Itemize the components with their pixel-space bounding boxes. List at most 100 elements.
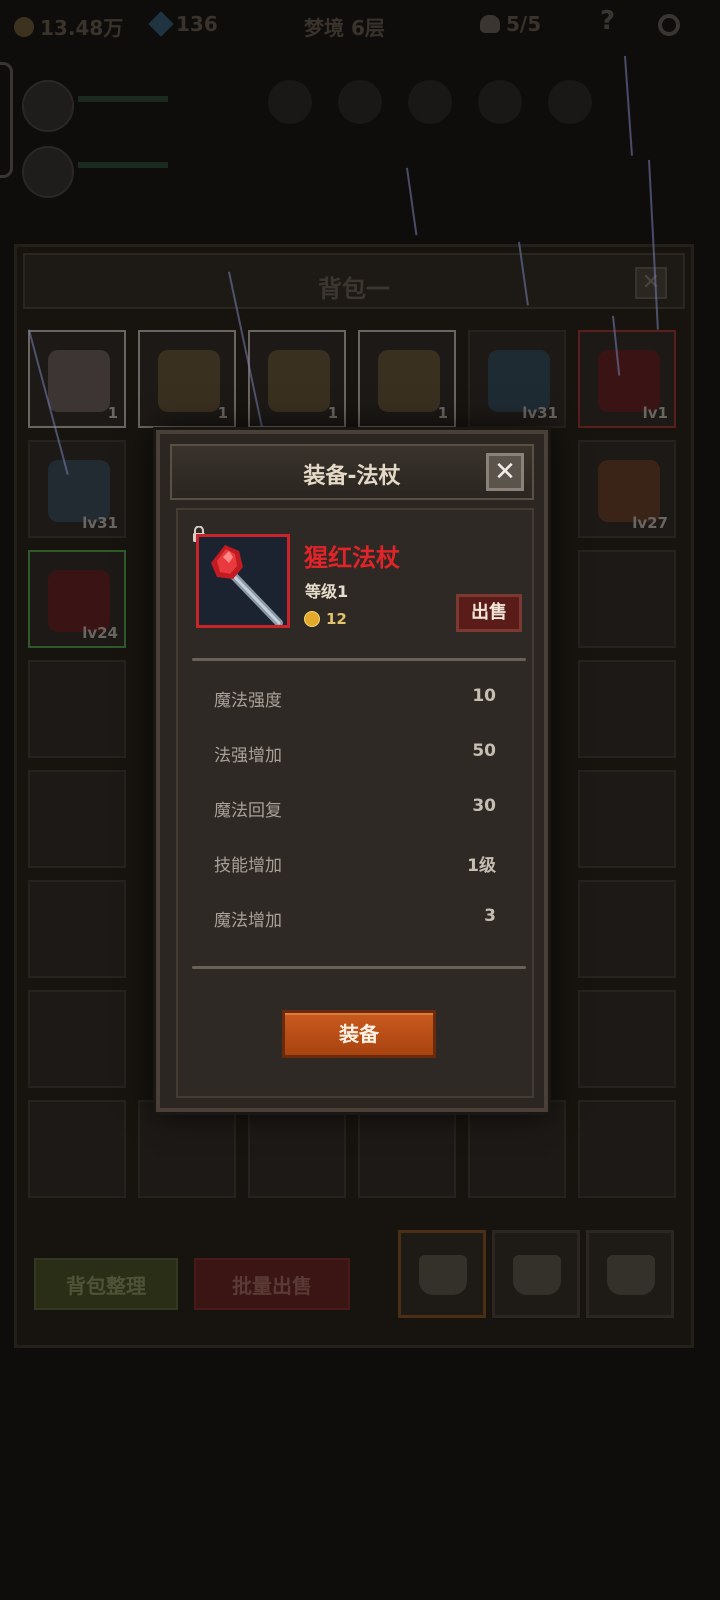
inventory-slot[interactable] bbox=[28, 660, 126, 758]
stat-value: 30 bbox=[472, 796, 496, 816]
inventory-slot[interactable] bbox=[138, 1100, 236, 1198]
gold-counter: 13.48万 bbox=[14, 12, 123, 41]
inventory-slot[interactable] bbox=[358, 1100, 456, 1198]
coin-icon bbox=[14, 16, 34, 37]
gem-icon bbox=[148, 11, 174, 37]
dialog-body: 猩红法杖 等级1 12 出售 魔法强度 10 法强增加 50 魔法回复 30 技… bbox=[176, 508, 534, 1098]
inventory-slot[interactable]: lv31 bbox=[28, 440, 126, 538]
stat-row: 技能增加 1级 bbox=[214, 851, 496, 881]
item-portrait bbox=[196, 534, 290, 628]
close-icon[interactable]: ✕ bbox=[486, 453, 524, 491]
skill-slot bbox=[478, 80, 522, 124]
red-staff-icon bbox=[199, 537, 287, 625]
inventory-slot[interactable]: 1 bbox=[248, 330, 346, 428]
beer-mug-icon bbox=[158, 350, 220, 412]
knight-helmet-icon bbox=[48, 460, 110, 522]
inventory-slot[interactable] bbox=[28, 770, 126, 868]
floor-label: 梦境 6层 bbox=[304, 12, 385, 41]
inventory-slot[interactable] bbox=[468, 1100, 566, 1198]
item-level: 等级1 bbox=[305, 582, 349, 601]
dialog-title: 装备-法杖 bbox=[303, 464, 401, 489]
slot-level: lv1 bbox=[642, 404, 668, 422]
battle-axe-icon bbox=[488, 350, 550, 412]
gem-counter: 136 bbox=[148, 11, 218, 37]
gold-coin-icon bbox=[304, 611, 320, 627]
bag-tab-2[interactable] bbox=[492, 1230, 580, 1318]
inventory-slot[interactable] bbox=[28, 880, 126, 978]
skill-slot bbox=[338, 80, 382, 124]
stat-name: 魔法回复 bbox=[214, 801, 282, 821]
bag-icon bbox=[513, 1255, 561, 1295]
gold-amount: 13.48万 bbox=[40, 16, 124, 40]
gear-icon[interactable] bbox=[658, 14, 680, 36]
skill-slot bbox=[408, 80, 452, 124]
stat-row: 魔法强度 10 bbox=[214, 686, 496, 716]
sell-button[interactable]: 出售 bbox=[456, 594, 522, 632]
hero-hp-bar bbox=[78, 162, 168, 168]
hero-portrait bbox=[22, 80, 74, 132]
inventory-slot[interactable] bbox=[578, 770, 676, 868]
red-staff-icon bbox=[598, 350, 660, 412]
gem-amount: 136 bbox=[176, 12, 218, 36]
question-mark-icon[interactable]: ? bbox=[600, 6, 615, 36]
sort-backpack-button[interactable]: 背包整理 bbox=[34, 1258, 178, 1310]
bulk-sell-button[interactable]: 批量出售 bbox=[194, 1258, 350, 1310]
inventory-slot[interactable]: lv24 bbox=[28, 550, 126, 648]
inventory-slot[interactable]: 1 bbox=[358, 330, 456, 428]
hero-hp-bar bbox=[78, 96, 168, 102]
stat-value: 1级 bbox=[467, 856, 496, 876]
rain-streak bbox=[406, 167, 418, 236]
inventory-slot[interactable] bbox=[28, 1100, 126, 1198]
skull-amount: 5/5 bbox=[506, 12, 542, 36]
slot-level: lv24 bbox=[82, 624, 118, 642]
inventory-slot[interactable] bbox=[578, 880, 676, 978]
equip-button[interactable]: 装备 bbox=[282, 1010, 436, 1058]
divider bbox=[192, 658, 526, 661]
inventory-slot[interactable]: lv31 bbox=[468, 330, 566, 428]
stat-row: 魔法回复 30 bbox=[214, 796, 496, 826]
floor-text: 梦境 6层 bbox=[304, 16, 385, 40]
bag-icon bbox=[607, 1255, 655, 1295]
inventory-slot[interactable]: 1 bbox=[138, 330, 236, 428]
top-status-bar: 13.48万 136 梦境 6层 5/5 ? bbox=[0, 0, 720, 52]
inventory-slot[interactable] bbox=[578, 550, 676, 648]
stat-value: 3 bbox=[484, 906, 496, 926]
bag-icon bbox=[419, 1255, 467, 1295]
item-price: 12 bbox=[304, 610, 347, 628]
inventory-slot[interactable] bbox=[578, 990, 676, 1088]
skill-slot bbox=[548, 80, 592, 124]
beer-mug-icon bbox=[378, 350, 440, 412]
inventory-slot[interactable] bbox=[248, 1100, 346, 1198]
stat-row: 法强增加 50 bbox=[214, 741, 496, 771]
close-icon[interactable]: ✕ bbox=[635, 267, 667, 299]
inventory-slot[interactable] bbox=[578, 660, 676, 758]
bag-tab-1[interactable] bbox=[398, 1230, 486, 1318]
item-price-value: 12 bbox=[326, 610, 347, 628]
equipment-detail-dialog: 装备-法杖 ✕ 猩红法杖 等级1 12 出售 魔法强度 10 法强增加 50 魔… bbox=[156, 430, 548, 1112]
slot-count: 1 bbox=[107, 404, 118, 422]
inventory-slot[interactable]: lv27 bbox=[578, 440, 676, 538]
cake-icon bbox=[48, 350, 110, 412]
inventory-slot[interactable] bbox=[28, 990, 126, 1088]
stat-row: 魔法增加 3 bbox=[214, 906, 496, 936]
stat-name: 魔法强度 bbox=[214, 691, 282, 711]
bag-tab-3[interactable] bbox=[586, 1230, 674, 1318]
stat-name: 法强增加 bbox=[214, 746, 282, 766]
stat-name: 技能增加 bbox=[214, 856, 282, 876]
stat-value: 50 bbox=[472, 741, 496, 761]
slot-count: 1 bbox=[437, 404, 448, 422]
red-armor-icon bbox=[48, 570, 110, 632]
rain-streak bbox=[624, 55, 633, 156]
item-name: 猩红法杖 bbox=[304, 544, 400, 572]
slot-count: 1 bbox=[327, 404, 338, 422]
inventory-slot[interactable] bbox=[578, 1100, 676, 1198]
inventory-slot[interactable]: lv1 bbox=[578, 330, 676, 428]
skull-counter: 5/5 bbox=[480, 12, 541, 36]
stat-value: 10 bbox=[472, 686, 496, 706]
skill-slot bbox=[268, 80, 312, 124]
slot-level: lv31 bbox=[522, 404, 558, 422]
divider bbox=[192, 966, 526, 969]
pistol-icon bbox=[598, 460, 660, 522]
slot-level: lv31 bbox=[82, 514, 118, 532]
side-drawer-tab[interactable] bbox=[0, 62, 13, 178]
